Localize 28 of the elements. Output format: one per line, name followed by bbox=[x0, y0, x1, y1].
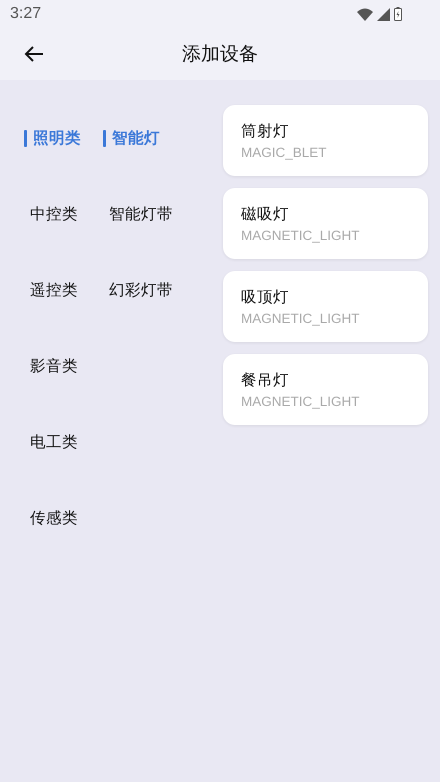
category-item[interactable]: 影音类 bbox=[30, 356, 78, 376]
subcategory-item[interactable]: 幻彩灯带 bbox=[109, 280, 173, 300]
device-card[interactable]: 磁吸灯 MAGNETIC_LIGHT bbox=[223, 188, 428, 259]
category-item[interactable]: 电工类 bbox=[30, 432, 78, 452]
selection-marker bbox=[24, 130, 27, 146]
device-card[interactable]: 餐吊灯 MAGNETIC_LIGHT bbox=[223, 354, 428, 425]
device-card[interactable]: 吸顶灯 MAGNETIC_LIGHT bbox=[223, 271, 428, 342]
subcategory-item[interactable]: 智能灯带 bbox=[109, 204, 173, 224]
wifi-icon bbox=[357, 8, 373, 20]
device-name: 吸顶灯 bbox=[241, 287, 289, 308]
device-code: MAGNETIC_LIGHT bbox=[241, 394, 360, 409]
status-time: 3:27 bbox=[10, 5, 42, 23]
device-name: 磁吸灯 bbox=[241, 204, 289, 225]
subcategory-item[interactable]: 智能灯 bbox=[112, 128, 160, 148]
device-code: MAGNETIC_LIGHT bbox=[241, 311, 360, 326]
device-card[interactable]: 筒射灯 MAGIC_BLET bbox=[223, 105, 428, 176]
device-code: MAGNETIC_LIGHT bbox=[241, 228, 360, 243]
signal-icon bbox=[377, 8, 390, 20]
device-code: MAGIC_BLET bbox=[241, 145, 327, 160]
selection-marker bbox=[103, 130, 106, 146]
category-item[interactable]: 照明类 bbox=[33, 128, 81, 148]
battery-icon bbox=[394, 7, 402, 21]
category-item[interactable]: 传感类 bbox=[30, 508, 78, 528]
device-name: 筒射灯 bbox=[241, 121, 289, 142]
category-item[interactable]: 遥控类 bbox=[30, 280, 78, 300]
device-name: 餐吊灯 bbox=[241, 370, 289, 391]
page-title: 添加设备 bbox=[182, 42, 258, 67]
category-item[interactable]: 中控类 bbox=[30, 204, 78, 224]
